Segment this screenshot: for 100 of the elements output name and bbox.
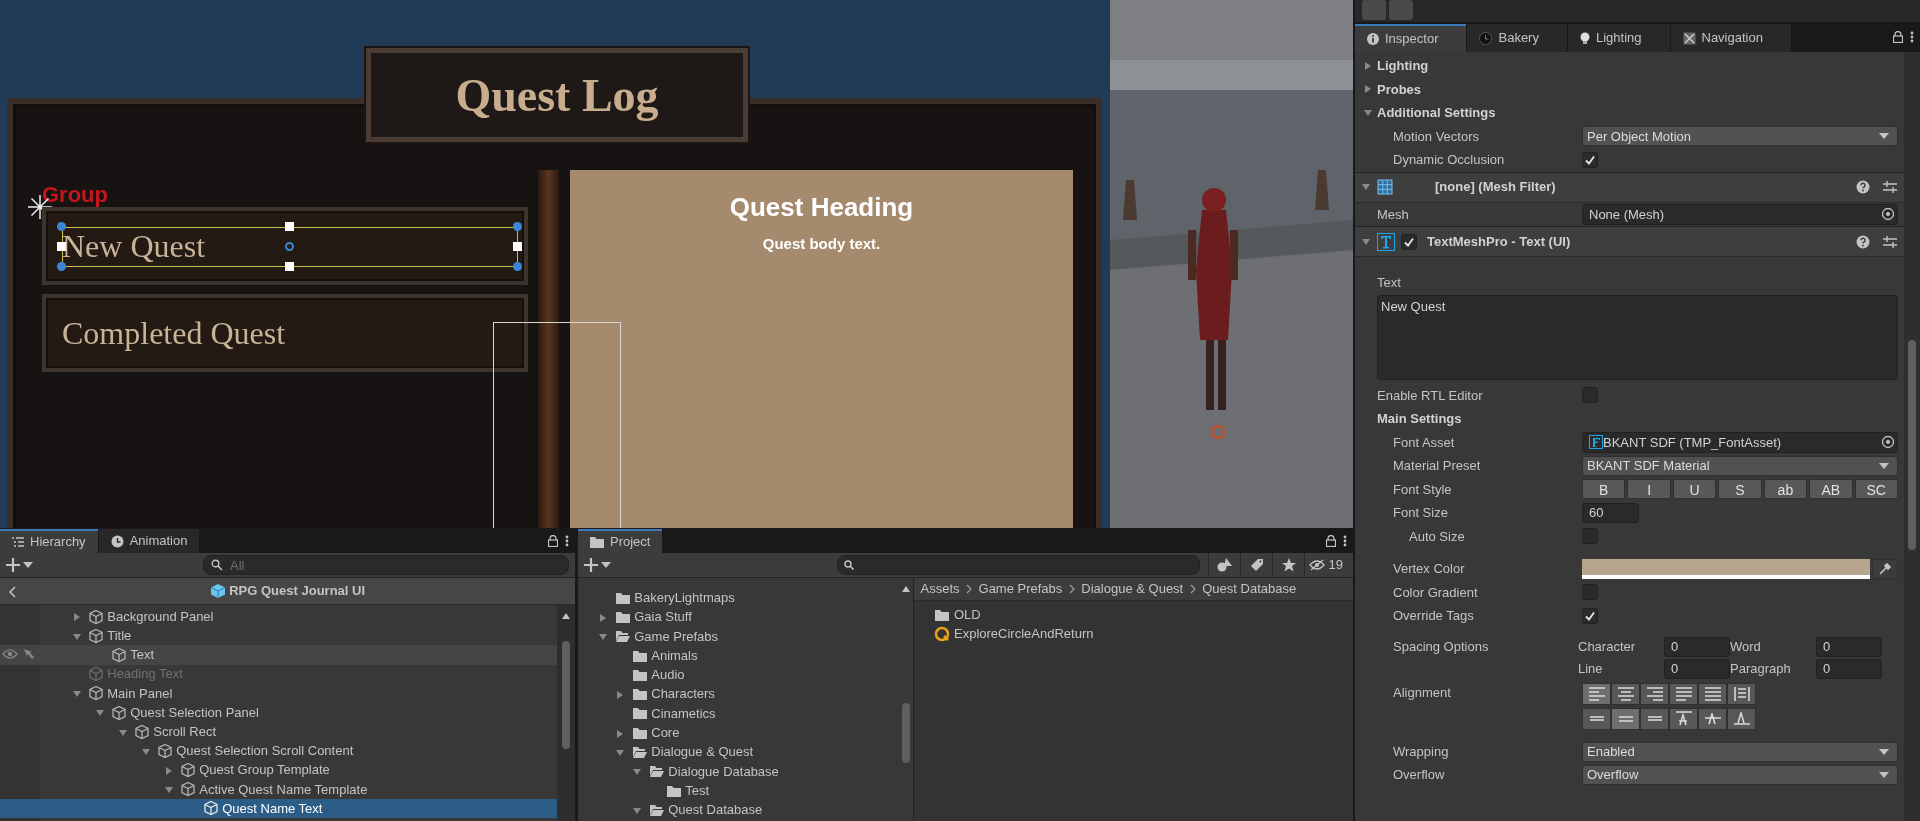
panel-tab[interactable]: Animation (98, 529, 200, 553)
folder-item[interactable]: Cinametics (578, 703, 898, 724)
expand-arrow-icon[interactable] (1363, 60, 1373, 71)
breadcrumb-link[interactable]: Dialogue & Quest (1081, 579, 1184, 599)
style-toggle[interactable]: AB (1809, 479, 1853, 500)
number-field[interactable]: 60 (1582, 502, 1639, 523)
alignment-toggle[interactable] (1727, 682, 1756, 705)
panel-tab[interactable]: Hierarchy (0, 529, 98, 553)
hand-icon[interactable] (21, 647, 36, 662)
more-options-icon[interactable] (1909, 31, 1914, 43)
object-field[interactable]: BKANT SDF (TMP_FontAsset) (1582, 431, 1898, 453)
number-field[interactable]: 0 (1664, 658, 1730, 679)
folder-item[interactable]: Core (578, 723, 898, 743)
panel-tab[interactable]: Lighting (1567, 24, 1670, 52)
expand-arrow-icon[interactable] (72, 612, 82, 623)
color-field[interactable] (1582, 558, 1870, 579)
dropdown[interactable]: BKANT SDF Material (1582, 455, 1898, 476)
collapse-arrow-icon[interactable] (1361, 236, 1371, 247)
folder-item[interactable]: Quest Database (578, 800, 898, 820)
asset-item[interactable]: ExploreCircleAndReturn (934, 624, 1353, 644)
number-field[interactable]: 0 (1816, 658, 1882, 679)
checkbox[interactable] (1582, 151, 1598, 168)
collapse-arrow-icon[interactable] (141, 746, 151, 757)
object-picker-icon[interactable] (1881, 435, 1895, 450)
panel-tab[interactable]: Inspector (1355, 24, 1467, 52)
alignment-toggle[interactable] (1611, 682, 1640, 705)
style-toggle[interactable]: ab (1763, 479, 1808, 500)
folder-item[interactable]: Dialogue Database (578, 761, 898, 781)
search-field[interactable] (837, 555, 1201, 575)
create-button[interactable] (6, 558, 34, 572)
object-field[interactable]: None (Mesh) (1582, 203, 1898, 225)
hierarchy-item[interactable]: Title (0, 626, 557, 646)
expand-arrow-icon[interactable] (164, 765, 174, 776)
scene-view[interactable]: Quest Log Group New Quest Completed Quest Quest Heading Quest body text. (0, 0, 1353, 528)
hierarchy-item[interactable]: Main Panel (0, 683, 557, 703)
text-area[interactable]: New Quest (1377, 294, 1898, 380)
lock-icon[interactable] (1893, 31, 1903, 43)
hierarchy-item[interactable]: Active Quest Name Template (0, 779, 557, 799)
number-field[interactable]: 0 (1816, 636, 1882, 657)
breadcrumb-link[interactable]: Quest Database (1202, 579, 1297, 599)
alignment-toggle[interactable] (1640, 682, 1669, 705)
selection-outline[interactable] (57, 222, 523, 272)
alignment-toggle[interactable] (1698, 707, 1727, 730)
more-options-icon[interactable] (1342, 534, 1347, 547)
scroll-up-icon[interactable] (902, 586, 910, 592)
scrollbar-thumb[interactable] (1908, 340, 1916, 550)
preset-icon[interactable] (1883, 234, 1897, 249)
foldout-label[interactable]: Additional Settings (1377, 103, 1496, 123)
quest-button[interactable]: Completed Quest (42, 294, 528, 372)
alignment-toggle[interactable] (1669, 707, 1698, 730)
eyedropper-button[interactable] (1872, 558, 1898, 579)
quest-button[interactable]: New Quest (42, 207, 528, 285)
alignment-toggle[interactable] (1727, 707, 1756, 730)
folder-item[interactable]: Characters (578, 684, 898, 704)
search-field[interactable]: All (203, 555, 569, 575)
object-picker-icon[interactable] (1881, 207, 1895, 222)
panel-tab[interactable]: Bakery (1467, 24, 1567, 52)
panel-tab[interactable]: Project (578, 529, 663, 553)
collapse-arrow-icon[interactable] (615, 747, 625, 758)
checkbox[interactable] (1582, 607, 1598, 624)
expand-arrow-icon[interactable] (615, 689, 625, 700)
enable-checkbox[interactable] (1401, 233, 1417, 250)
hierarchy-item[interactable]: Quest Group Template (0, 760, 557, 780)
eye-icon[interactable] (2, 648, 18, 661)
help-icon[interactable] (1856, 180, 1870, 194)
dropdown[interactable]: Per Object Motion (1582, 126, 1898, 147)
hierarchy-item[interactable]: Quest Selection Scroll Content (0, 741, 557, 761)
lock-icon[interactable] (1326, 534, 1336, 547)
scroll-up-icon[interactable] (562, 613, 570, 619)
help-icon[interactable] (1856, 234, 1870, 249)
folder-item[interactable]: BakeryLightmaps (578, 588, 898, 608)
breadcrumb-link[interactable]: Game Prefabs (978, 579, 1063, 599)
more-options-icon[interactable] (564, 534, 569, 547)
style-toggle[interactable]: U (1672, 479, 1717, 500)
folder-item[interactable]: Gaia Stuff (578, 607, 898, 627)
preset-icon[interactable] (1883, 180, 1897, 194)
style-toggle[interactable]: SC (1854, 479, 1898, 500)
hierarchy-item[interactable]: Text (0, 645, 557, 665)
folder-item[interactable]: Game Prefabs (578, 626, 898, 646)
expand-arrow-icon[interactable] (1363, 84, 1373, 95)
dropdown[interactable]: Overflow (1582, 765, 1898, 785)
number-field[interactable]: 0 (1664, 636, 1730, 657)
scrollbar-thumb[interactable] (902, 703, 910, 763)
panel-tab[interactable]: Navigation (1670, 24, 1791, 52)
collapse-arrow-icon[interactable] (72, 631, 82, 642)
style-toggle[interactable]: B (1582, 479, 1626, 500)
asset-item[interactable]: OLD (934, 605, 1353, 625)
create-button[interactable] (584, 558, 612, 572)
breadcrumb-link[interactable]: Assets (920, 579, 960, 599)
folder-item[interactable]: Audio (578, 665, 898, 685)
collapse-arrow-icon[interactable] (1363, 107, 1373, 118)
collapse-arrow-icon[interactable] (1361, 182, 1371, 192)
foldout-label[interactable]: Lighting (1377, 56, 1429, 76)
hierarchy-item[interactable]: Scroll Rect (0, 722, 557, 742)
hierarchy-item[interactable]: Background Panel (0, 607, 557, 627)
alignment-toggle[interactable] (1611, 707, 1640, 730)
component-header[interactable]: TextMeshPro - Text (UI) (1355, 226, 1904, 257)
folder-item[interactable]: Dialogue & Quest (578, 742, 898, 762)
collapse-arrow-icon[interactable] (118, 727, 128, 738)
alignment-toggle[interactable] (1582, 707, 1611, 730)
